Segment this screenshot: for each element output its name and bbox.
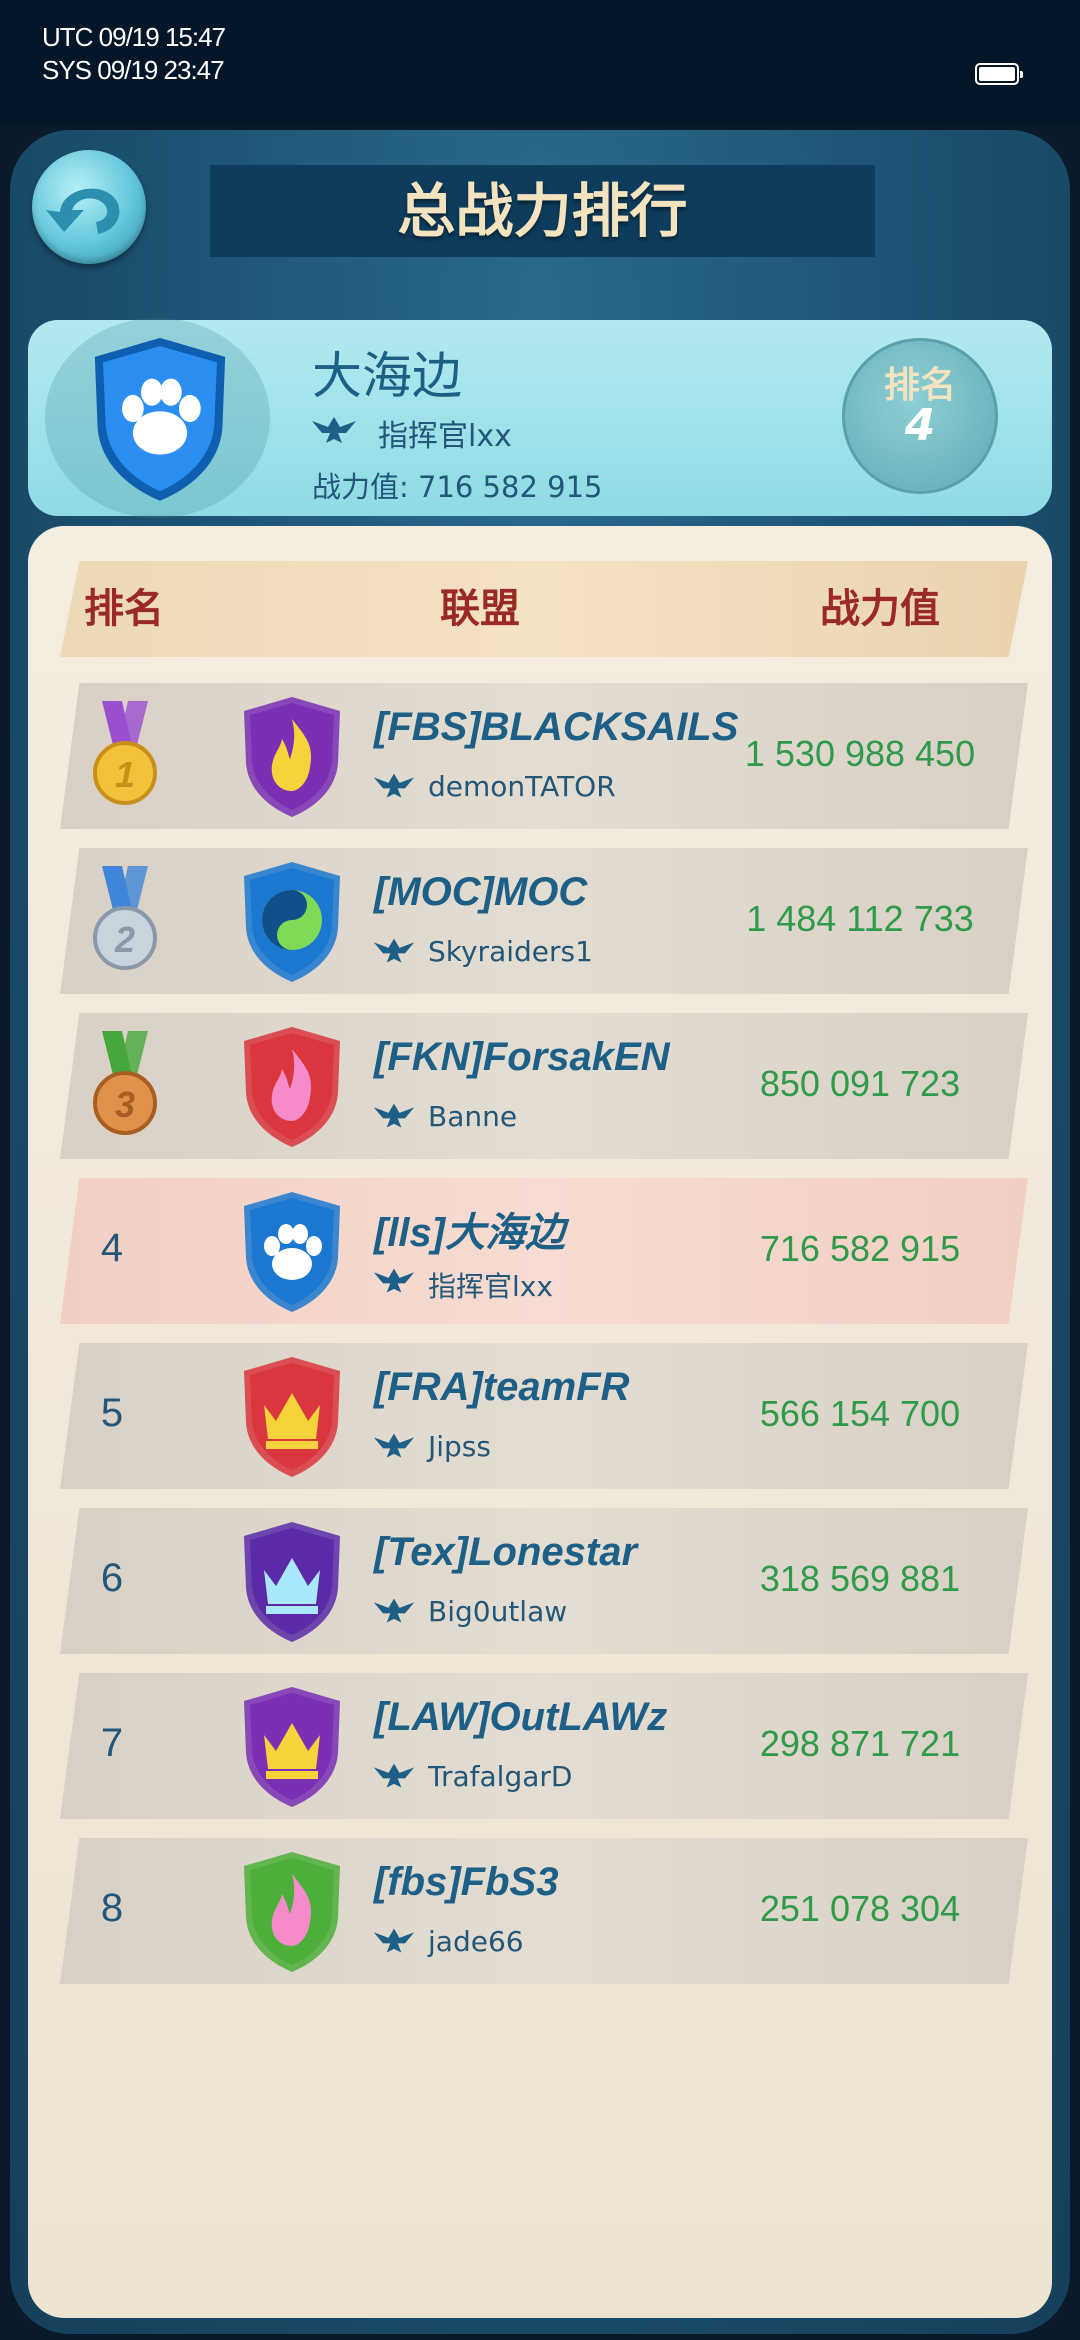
fire-shield-icon — [236, 1023, 348, 1149]
commander-wings-icon — [372, 1760, 416, 1794]
gold-medal-icon: 1 — [88, 701, 162, 811]
rank-number: 5 — [100, 1391, 124, 1435]
leader-name: TrafalgarD — [428, 1760, 573, 1793]
column-header-alliance: 联盟 — [440, 586, 520, 632]
page-title: 总战力排行 — [397, 177, 688, 245]
rank-number: 8 — [100, 1886, 124, 1930]
alliance-name[interactable]: [LAW]OutLAWz — [374, 1695, 667, 1740]
leader-name: Jipss — [428, 1430, 491, 1463]
alliance-name[interactable]: [lls]大海边 — [374, 1200, 565, 1258]
power-value: 298 871 721 — [759, 1723, 961, 1764]
power-value: 318 569 881 — [759, 1558, 961, 1599]
column-header-rank: 排名 — [84, 586, 164, 632]
svg-text:2: 2 — [114, 919, 135, 960]
my-alliance-power: 战力值: 716 582 915 — [312, 470, 603, 504]
yinyang-shield-icon — [236, 858, 348, 984]
crown-shield-icon — [236, 1683, 348, 1809]
leader-name: Skyraiders1 — [428, 935, 593, 968]
commander-wings-icon — [372, 1100, 416, 1134]
rank-number: 7 — [100, 1721, 124, 1765]
commander-wings-icon — [372, 1595, 416, 1629]
bronze-medal-icon: 3 — [88, 1031, 162, 1141]
fire-shield-icon — [236, 693, 348, 819]
commander-wings-icon — [372, 1265, 416, 1299]
crown-shield-icon — [236, 1353, 348, 1479]
alliance-name[interactable]: [Tex]Lonestar — [374, 1530, 637, 1575]
fire-shield-icon — [236, 1848, 348, 1974]
alliance-name[interactable]: [FKN]ForsakEN — [374, 1035, 670, 1080]
power-value: 251 078 304 — [759, 1888, 961, 1929]
commander-wings-icon — [372, 770, 416, 804]
alliance-name[interactable]: [FRA]teamFR — [374, 1365, 630, 1410]
alliance-name[interactable]: [fbs]FbS3 — [374, 1860, 558, 1905]
paw-shield-icon — [236, 1188, 348, 1314]
leader-name: 指挥官lxx — [428, 1270, 553, 1303]
my-alliance-leader: 指挥官lxx — [378, 419, 512, 454]
battery-icon — [975, 63, 1023, 85]
commander-wings-icon — [372, 935, 416, 969]
rank-number: 4 — [100, 1226, 124, 1270]
silver-medal-icon: 2 — [88, 866, 162, 976]
back-button[interactable] — [32, 150, 146, 264]
leader-name: Banne — [428, 1100, 518, 1133]
leader-name: demonTATOR — [428, 770, 616, 803]
my-alliance-name: 大海边 — [312, 347, 462, 405]
power-value: 716 582 915 — [759, 1228, 961, 1269]
status-bar: UTC 09/19 15:47 SYS 09/19 23:47 — [0, 0, 1080, 125]
power-value: 566 154 700 — [759, 1393, 961, 1434]
power-value: 850 091 723 — [759, 1063, 961, 1104]
paw-shield-icon — [94, 337, 226, 501]
rank-number: 6 — [100, 1556, 124, 1600]
alliance-name[interactable]: [MOC]MOC — [374, 870, 587, 915]
back-arrow-icon — [46, 188, 120, 234]
power-value: 1 484 112 733 — [746, 898, 974, 939]
alliance-name[interactable]: [FBS]BLACKSAILS — [374, 705, 738, 750]
my-rank-value: 4 — [904, 400, 936, 451]
utc-time: UTC 09/19 15:47 — [42, 22, 226, 52]
sys-time: SYS 09/19 23:47 — [42, 55, 225, 85]
commander-wings-icon — [312, 417, 356, 443]
column-header-power: 战力值 — [820, 586, 940, 632]
commander-wings-icon — [372, 1430, 416, 1464]
leader-name: jade66 — [428, 1925, 524, 1958]
svg-text:3: 3 — [115, 1084, 135, 1125]
crown-shield-icon — [236, 1518, 348, 1644]
power-value: 1 530 988 450 — [744, 733, 976, 774]
svg-text:1: 1 — [115, 754, 135, 795]
commander-wings-icon — [372, 1925, 416, 1959]
leader-name: Big0utlaw — [428, 1595, 568, 1628]
